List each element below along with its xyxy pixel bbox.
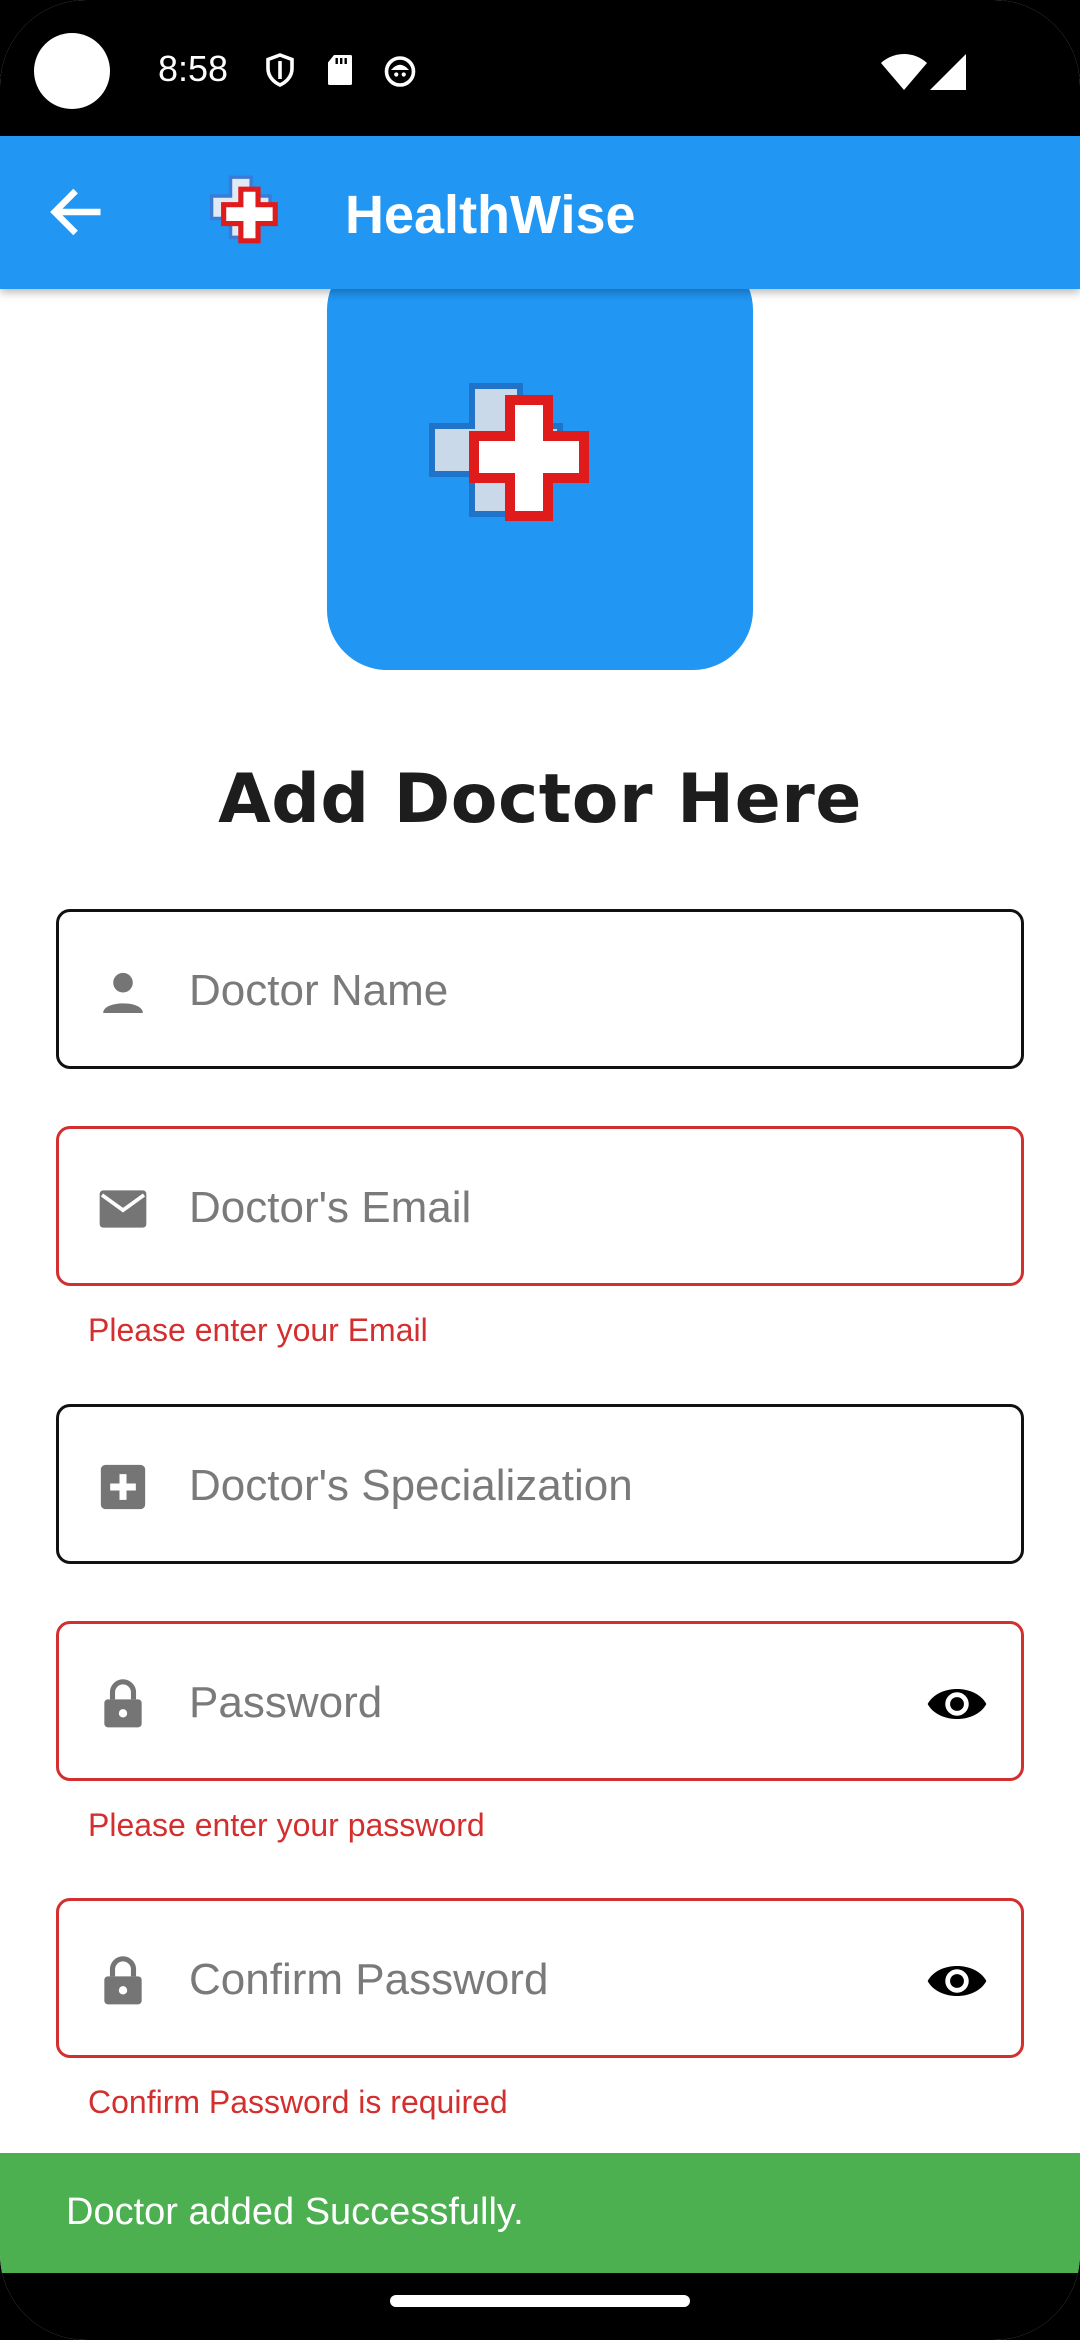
doctor-name-input[interactable]: Doctor Name — [189, 966, 448, 1016]
eye-icon[interactable] — [925, 1678, 989, 1730]
doctor-specialization-input[interactable]: Doctor's Specialization — [189, 1461, 633, 1511]
shield-icon — [266, 53, 294, 87]
password-field[interactable]: Password — [56, 1621, 1024, 1781]
medical-cross-logo — [429, 383, 589, 521]
confirm-password-input[interactable]: Confirm Password — [189, 1955, 548, 2005]
person-icon — [103, 972, 143, 1013]
android-debug-icon — [384, 56, 416, 87]
page-title: Add Doctor Here — [218, 760, 862, 839]
medical-plus-icon — [100, 1464, 146, 1510]
password-error-text: Please enter your password — [88, 1807, 485, 1843]
confirm-password-field[interactable]: Confirm Password — [56, 1898, 1024, 2058]
confirm-password-error-text: Confirm Password is required — [88, 2084, 508, 2120]
doctor-email-field[interactable]: Doctor's Email — [56, 1126, 1024, 1286]
password-input[interactable]: Password — [189, 1678, 382, 1728]
lock-icon — [104, 1956, 142, 2005]
app-title: HealthWise — [345, 185, 636, 245]
success-snackbar: Doctor added Successfully. — [0, 2153, 1080, 2273]
doctor-email-input[interactable]: Doctor's Email — [189, 1183, 471, 1233]
doctor-specialization-field[interactable]: Doctor's Specialization — [56, 1404, 1024, 1564]
email-error-text: Please enter your Email — [88, 1312, 428, 1348]
phone-screen: 8:58 HealthWise Add Doctor Here Doctor N… — [0, 0, 1080, 2340]
wifi-icon — [881, 54, 927, 90]
camera-cutout — [34, 33, 110, 109]
doctor-name-field[interactable]: Doctor Name — [56, 909, 1024, 1069]
sd-card-icon — [328, 55, 352, 85]
lock-icon — [104, 1679, 142, 1728]
status-bar: 8:58 — [0, 0, 1080, 136]
app-logo — [209, 175, 278, 244]
eye-icon[interactable] — [925, 1955, 989, 2007]
gesture-nav-bar — [0, 2273, 1080, 2340]
mail-icon — [99, 1190, 147, 1228]
hero-logo-card — [327, 250, 753, 670]
arrow-left-icon[interactable] — [44, 180, 108, 244]
app-bar: HealthWise — [0, 136, 1080, 289]
home-gesture-handle[interactable] — [390, 2295, 690, 2307]
snackbar-message: Doctor added Successfully. — [66, 2191, 524, 2233]
status-time: 8:58 — [158, 48, 229, 89]
cellular-signal-icon — [930, 54, 966, 90]
